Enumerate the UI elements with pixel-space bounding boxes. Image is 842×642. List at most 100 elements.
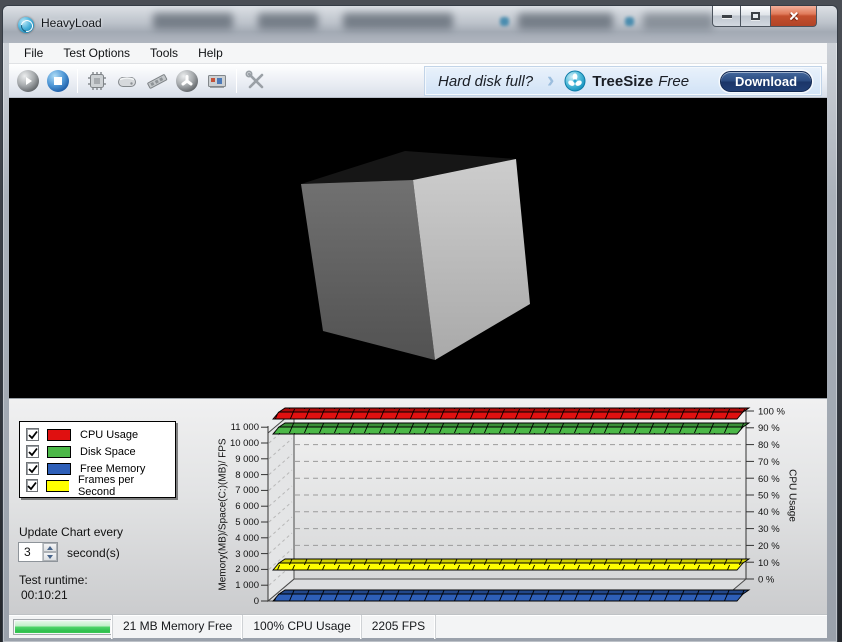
fps-ribbon [273, 559, 749, 570]
toolbar-separator [77, 69, 78, 93]
window-title: HeavyLoad [41, 16, 102, 30]
svg-text:9 000: 9 000 [235, 454, 259, 465]
fps-checkbox[interactable] [26, 479, 38, 492]
left-axis-labels: 0 1 000 2 000 3 000 4 000 5 000 6 000 7 … [230, 422, 259, 607]
legend-label: CPU Usage [80, 429, 138, 441]
svg-text:40 %: 40 % [758, 507, 780, 518]
menu-tools[interactable]: Tools [140, 43, 188, 63]
interval-spinner[interactable]: 3 [18, 542, 58, 562]
update-interval-label: Update Chart every [19, 525, 123, 539]
glass-blur-decoration [153, 13, 233, 29]
arrow-down-icon [47, 555, 53, 559]
svg-text:2 000: 2 000 [235, 564, 259, 575]
disk-color-swatch [47, 446, 71, 458]
toolbar: Hard disk full? › [9, 64, 827, 98]
start-test-button[interactable] [13, 66, 43, 96]
menu-file[interactable]: File [14, 43, 53, 63]
svg-text:4 000: 4 000 [235, 533, 259, 544]
tools-icon [244, 69, 268, 93]
svg-text:10 000: 10 000 [230, 438, 259, 449]
cube-left-face [301, 180, 435, 360]
performance-chart: 0 1 000 2 000 3 000 4 000 5 000 6 000 7 … [209, 399, 821, 613]
glass-blur-decoration [258, 13, 318, 29]
window-controls [712, 6, 817, 28]
treesize-brand-variant: Free [658, 73, 689, 90]
heavyload-window: HeavyLoad File Test Options Tools Help [2, 5, 838, 642]
close-button[interactable] [770, 6, 817, 27]
cpu-color-swatch [47, 429, 71, 441]
free-memory-ribbon [273, 590, 749, 601]
spinner-buttons [42, 543, 57, 561]
cpu-usage-checkbox[interactable] [26, 428, 39, 441]
legend-row-disk: Disk Space [26, 443, 169, 460]
heavyload-app-icon [18, 17, 34, 33]
gpu-stress-button[interactable] [202, 66, 232, 96]
legend-row-fps: Frames per Second [26, 477, 169, 494]
treesize-logo-icon [564, 70, 586, 92]
spinning-cube [9, 98, 827, 398]
checkmark-icon [27, 481, 37, 491]
download-button[interactable]: Download [720, 71, 812, 92]
settings-button[interactable] [241, 66, 271, 96]
monitor-panel: CPU Usage Disk Space [9, 398, 827, 614]
svg-text:0 %: 0 % [758, 575, 775, 586]
svg-text:30 %: 30 % [758, 524, 780, 535]
glass-blur-decoration [625, 17, 634, 26]
svg-text:90 %: 90 % [758, 423, 780, 434]
play-icon [17, 70, 39, 92]
svg-text:100 %: 100 % [758, 407, 785, 418]
stop-icon [47, 70, 69, 92]
legend-label: Frames per Second [78, 474, 169, 498]
disk-write-button[interactable] [112, 66, 142, 96]
ram-module-icon [145, 69, 169, 93]
svg-text:20 %: 20 % [758, 541, 780, 552]
treesize-brand: TreeSize [592, 73, 653, 90]
svg-text:1 000: 1 000 [235, 580, 259, 591]
cpu-stress-button[interactable] [82, 66, 112, 96]
checkmark-icon [28, 430, 38, 440]
memory-progress-bar [13, 619, 112, 635]
minimize-icon [722, 15, 732, 18]
memory-progress-fill [15, 621, 110, 633]
checkmark-icon [28, 447, 38, 457]
chart-legend: CPU Usage Disk Space [19, 421, 176, 498]
toolbar-separator [236, 69, 237, 93]
interval-value[interactable]: 3 [19, 543, 42, 561]
title-bar[interactable]: HeavyLoad [3, 6, 837, 43]
svg-text:0: 0 [254, 596, 259, 607]
memory-allocate-button[interactable] [142, 66, 172, 96]
glass-blur-decoration [500, 17, 509, 26]
graphics-card-icon [205, 69, 229, 93]
free-memory-checkbox[interactable] [26, 462, 39, 475]
chevron-right-icon: › [547, 67, 554, 93]
gpu-render-viewport [9, 98, 827, 398]
runtime-value: 00:10:21 [21, 588, 68, 602]
treesize-ad-banner[interactable]: Hard disk full? › [425, 67, 821, 95]
status-separator [435, 615, 436, 639]
svg-text:3 000: 3 000 [235, 549, 259, 560]
fan-stress-button[interactable] [172, 66, 202, 96]
maximize-button[interactable] [741, 6, 770, 27]
disk-space-checkbox[interactable] [26, 445, 39, 458]
svg-text:11 000: 11 000 [231, 422, 259, 433]
status-fps: 2205 FPS [361, 615, 435, 639]
svg-text:7 000: 7 000 [235, 485, 259, 496]
spinner-down-button[interactable] [43, 552, 57, 561]
spinner-up-button[interactable] [43, 543, 57, 552]
checkmark-icon [28, 464, 38, 474]
status-cpu: 100% CPU Usage [242, 615, 360, 639]
arrow-up-icon [47, 546, 53, 550]
stop-test-button[interactable] [43, 66, 73, 96]
close-icon [788, 10, 800, 22]
chart-left-wall [268, 411, 294, 601]
menu-help[interactable]: Help [188, 43, 233, 63]
menu-bar: File Test Options Tools Help [9, 43, 827, 64]
maximize-icon [751, 12, 760, 20]
interval-unit-label: second(s) [67, 546, 120, 560]
hard-disk-icon [115, 69, 139, 93]
minimize-button[interactable] [712, 6, 741, 27]
menu-test-options[interactable]: Test Options [53, 43, 140, 63]
banner-question: Hard disk full? [438, 73, 533, 90]
svg-text:6 000: 6 000 [235, 501, 259, 512]
svg-text:10 %: 10 % [758, 558, 780, 569]
